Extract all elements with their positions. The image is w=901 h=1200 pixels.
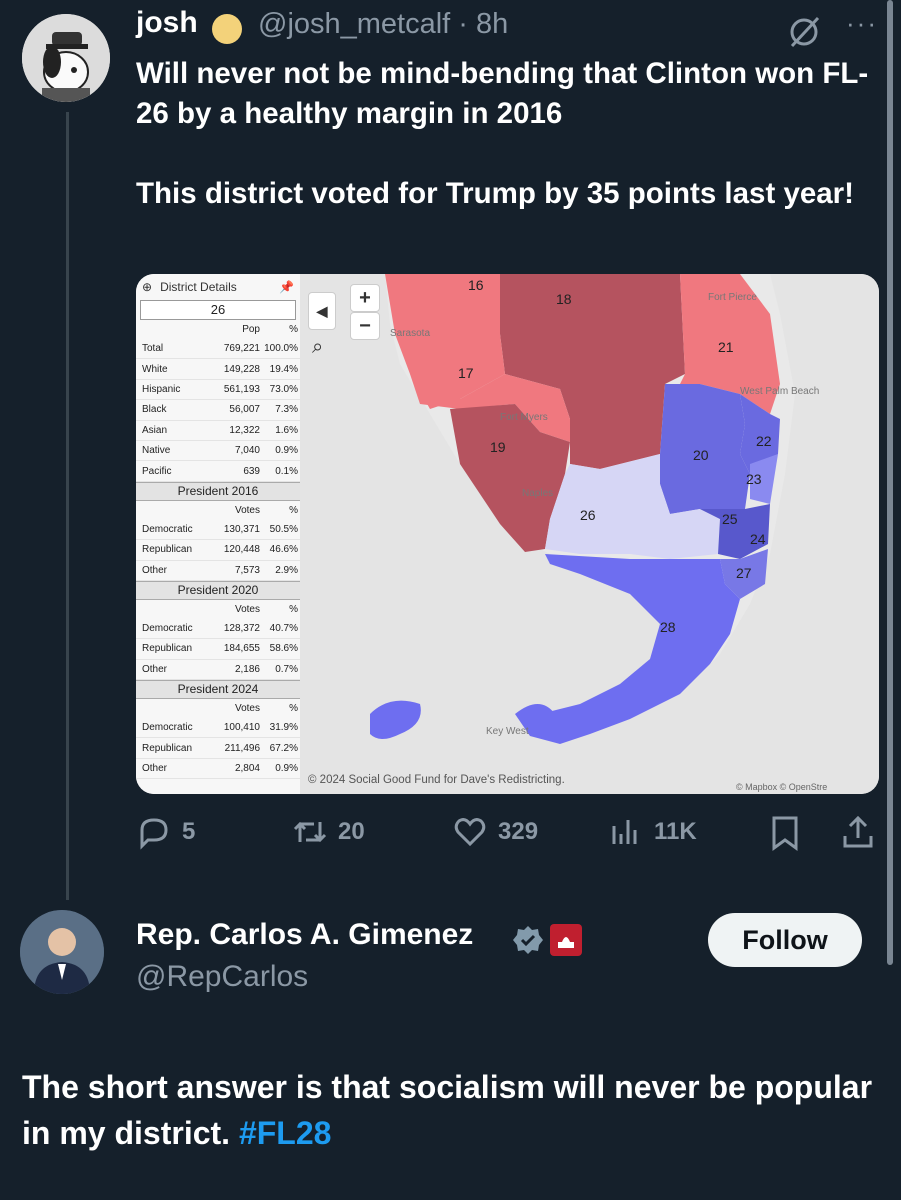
place-label: Fort Pierce (708, 292, 757, 303)
author-name[interactable]: Rep. Carlos A. Gimenez (136, 918, 473, 952)
view-count: 11K (654, 818, 697, 845)
election-row: Republican 184,655 58.6% (136, 639, 300, 660)
mapbox-credit[interactable]: © Mapbox © OpenStre (736, 782, 827, 792)
district-label: 24 (750, 531, 766, 547)
election-header: Votes% (234, 703, 298, 715)
emoji-badge-icon (212, 14, 242, 44)
analytics-icon (612, 820, 637, 844)
election-header: Votes% (234, 504, 298, 516)
place-label: West Palm Beach (740, 386, 819, 397)
snoopy-avatar-icon (22, 14, 110, 102)
government-affiliation-icon (550, 924, 582, 956)
avatar[interactable] (22, 14, 110, 102)
election-title: President 2016 (136, 481, 300, 501)
person-avatar-icon (20, 910, 104, 994)
tweet-body: The short answer is that socialism will … (22, 1069, 873, 1151)
pin-icon: 📌 (279, 280, 294, 294)
map-attribution: © 2024 Social Good Fund for Dave's Redis… (308, 774, 565, 786)
district-label: 21 (718, 339, 734, 355)
election-row: Other 7,573 2.9% (136, 561, 300, 581)
election-row: Republican 211,496 67.2% (136, 738, 300, 759)
tweet-media[interactable]: ⊕ District Details 📌 26 Pop% Total 769,22… (136, 274, 879, 794)
district-label: 23 (746, 471, 762, 487)
pop-row: Native 7,040 0.9% (136, 441, 300, 462)
district-number: 26 (140, 300, 296, 320)
repost-button[interactable]: 20 (292, 812, 365, 852)
reply-count: 5 (182, 818, 196, 845)
author-name[interactable]: josh (136, 6, 198, 40)
map-canvas: 16 18 17 21 19 20 22 23 26 25 24 27 28 S… (300, 274, 879, 794)
follow-button[interactable]: Follow (708, 913, 862, 967)
place-label: Sarasota (390, 328, 430, 339)
pop-row: Black 56,007 7.3% (136, 400, 300, 421)
district-label: 25 (722, 511, 738, 527)
zoom-out-button[interactable]: − (350, 312, 380, 340)
pop-row: Asian 12,322 1.6% (136, 421, 300, 441)
verified-badge-icon (513, 926, 543, 954)
district-label: 18 (556, 291, 572, 307)
grok-icon[interactable] (786, 14, 822, 50)
district-label: 27 (736, 565, 752, 581)
scrollbar[interactable] (887, 0, 893, 965)
author-handle-time[interactable]: @josh_metcalf · 8h (258, 8, 508, 41)
tweet-text: Will never not be mind-bending that Clin… (136, 57, 869, 210)
repost-icon (293, 821, 327, 843)
election-row: Democratic 100,410 31.9% (136, 718, 300, 739)
thread-line (66, 112, 69, 900)
like-count: 329 (498, 818, 539, 845)
panel-title: District Details (160, 280, 237, 294)
election-title: President 2024 (136, 680, 300, 700)
district-map[interactable]: 16 18 17 21 19 20 22 23 26 25 24 27 28 S… (300, 274, 879, 794)
place-label: Key West (486, 726, 529, 737)
zoom-icon: ⊕ (142, 280, 153, 294)
district-label: 28 (660, 619, 676, 635)
share-icon[interactable] (840, 814, 876, 852)
election-row: Democratic 130,371 50.5% (136, 520, 300, 541)
views-button[interactable]: 11K (608, 812, 697, 852)
election-row: Democratic 128,372 40.7% (136, 619, 300, 640)
pop-row: Hispanic 561,193 73.0% (136, 380, 300, 401)
more-options-icon[interactable]: ··· (846, 8, 878, 39)
collapse-panel-button[interactable]: ◀ (308, 292, 336, 330)
district-label: 22 (756, 433, 772, 449)
district-label: 17 (458, 365, 474, 381)
bookmark-icon[interactable] (768, 814, 802, 852)
district-label: 19 (490, 439, 506, 455)
district-label: 26 (580, 507, 596, 523)
zoom-in-button[interactable]: + (350, 284, 380, 312)
like-button[interactable]: 329 (452, 812, 538, 852)
district-label: 16 (468, 277, 484, 293)
reply-icon (140, 818, 168, 850)
reply-button[interactable]: 5 (136, 812, 195, 852)
election-row: Other 2,186 0.7% (136, 660, 300, 681)
district-details-panel: ⊕ District Details 📌 26 Pop% Total 769,22… (136, 274, 300, 794)
pop-row: White 149,228 19.4% (136, 359, 300, 380)
election-row: Republican 120,448 46.6% (136, 540, 300, 561)
place-label: Naples (522, 488, 553, 499)
election-header: Votes% (234, 603, 298, 615)
heart-icon (454, 818, 486, 847)
search-icon[interactable]: ⌕ (312, 336, 323, 359)
district-label: 20 (693, 447, 709, 463)
place-label: Fort Myers (500, 412, 548, 423)
avatar[interactable] (20, 910, 104, 994)
author-handle[interactable]: @RepCarlos (136, 960, 308, 994)
hashtag-link[interactable]: #FL28 (239, 1115, 331, 1151)
tweet-text: The short answer is that socialism will … (22, 1064, 882, 1156)
pop-row: Pacific 639 0.1% (136, 461, 300, 482)
pop-row: Total 769,221 100.0% (136, 339, 300, 360)
election-row: Other 2,804 0.9% (136, 759, 300, 780)
pop-header: Pop% (242, 324, 298, 335)
election-title: President 2020 (136, 580, 300, 600)
repost-count: 20 (338, 818, 365, 845)
